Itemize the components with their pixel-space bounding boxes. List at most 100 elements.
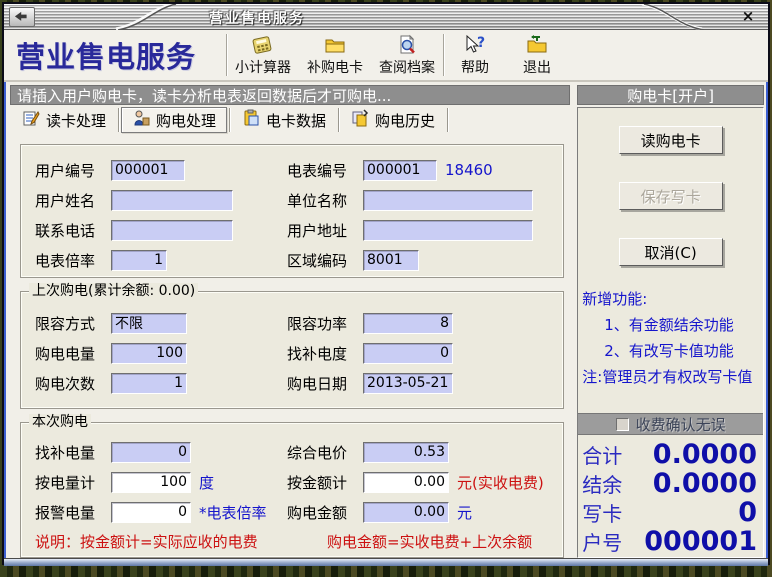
fee-confirm-checkbox[interactable]	[616, 418, 629, 431]
archive-search-icon	[395, 34, 419, 56]
org-name-field[interactable]	[363, 190, 533, 211]
tab-label: 购电历史	[375, 110, 435, 131]
total-label: 合计	[582, 440, 644, 469]
last-purchase-legend: 上次购电(累计余额: 0.00)	[29, 283, 198, 299]
main-area: 请插入用户购电卡，读卡分析电表返回数据后才可购电... 读卡处理	[4, 82, 768, 558]
cards-icon	[351, 109, 369, 131]
feature-title: 新增功能:	[582, 286, 759, 312]
meter-ratio-field[interactable]	[111, 250, 167, 271]
side-panel-title: 购电卡[开户]	[577, 85, 764, 105]
org-name-label: 单位名称	[287, 190, 363, 211]
account-group: 用户编号 电表编号 18460 用户姓名 单位名称	[20, 144, 564, 278]
tab-separator	[118, 108, 119, 132]
limit-power-label: 限容功率	[287, 313, 363, 334]
svg-text:?: ?	[477, 35, 485, 51]
titlebar-curve-left	[112, 4, 182, 30]
buy-card-button-label: 补购电卡	[307, 57, 363, 77]
feature-notes: 新增功能: 1、有金额结余功能 2、有改写卡值功能 注:管理员才有权改写卡值	[578, 286, 763, 390]
close-button[interactable]: ×	[738, 7, 758, 25]
window-bottom-frame	[4, 558, 768, 566]
read-card-button[interactable]: 读购电卡	[619, 126, 723, 154]
last-purchase-group: 上次购电(累计余额: 0.00) 限容方式 限容功率 购电电量	[20, 291, 564, 409]
feature-note: 注:管理员才有权改写卡值	[582, 364, 759, 390]
title-bar: 营业售电服务 ×	[4, 4, 768, 30]
note-by-amount: 说明：按金额计=实际应收的电费	[35, 531, 327, 552]
summary-panel: 合计 0.0000 结余 0.0000 写卡 0 户号 000001	[578, 435, 763, 557]
by-amount-field[interactable]	[363, 472, 449, 493]
address-label: 用户地址	[287, 220, 363, 241]
adjust-degree-label: 找补电度	[287, 343, 363, 364]
fee-confirm-bar: 收费确认无误	[578, 413, 763, 435]
user-name-field[interactable]	[111, 190, 233, 211]
view-archive-button[interactable]: 查阅档案	[371, 30, 443, 80]
exit-button[interactable]: 退出	[506, 30, 568, 80]
phone-field[interactable]	[111, 220, 233, 241]
help-icon: ?	[463, 34, 487, 56]
feature-item: 1、有金额结余功能	[582, 312, 759, 338]
write-card-value: 0	[644, 497, 757, 528]
by-energy-field[interactable]	[111, 472, 191, 493]
meter-id-field[interactable]	[363, 160, 437, 181]
account-no-value: 000001	[644, 526, 757, 557]
by-amount-unit: 元(实收电费)	[457, 472, 544, 493]
calculator-button-label: 小计算器	[235, 57, 291, 77]
purchase-date-field[interactable]	[363, 373, 453, 394]
address-field[interactable]	[363, 220, 533, 241]
purchase-date-label: 购电日期	[287, 373, 363, 394]
clipboard-icon	[242, 109, 260, 131]
user-name-label: 用户姓名	[35, 190, 111, 211]
amount-label: 购电金额	[287, 502, 363, 523]
tab-label: 电卡数据	[266, 110, 326, 131]
user-id-field[interactable]	[111, 160, 185, 181]
phone-label: 联系电话	[35, 220, 111, 241]
alarm-energy-label: 报警电量	[35, 502, 111, 523]
user-id-label: 用户编号	[35, 160, 111, 181]
summary-row-write-card: 写卡 0	[582, 497, 757, 526]
summary-row-account-no: 户号 000001	[582, 526, 757, 555]
meter-id-label: 电表编号	[287, 160, 363, 181]
help-button[interactable]: ? 帮助	[444, 30, 506, 80]
save-write-card-button[interactable]: 保存写卡	[619, 182, 723, 210]
window-title: 营业售电服务	[209, 8, 305, 28]
adjust-energy-label: 找补电量	[35, 442, 111, 463]
limit-power-field[interactable]	[363, 313, 453, 334]
cancel-button[interactable]: 取消(C)	[619, 238, 723, 266]
tab-separator	[229, 108, 230, 132]
amount-field[interactable]	[363, 502, 449, 523]
tab-read-card[interactable]: 读卡处理	[12, 107, 116, 133]
exit-button-label: 退出	[523, 57, 551, 77]
buy-card-button[interactable]: 补购电卡	[299, 30, 371, 80]
side-panel-box: 读购电卡 保存写卡 取消(C) 新增功能: 1、有金额结余功能 2、有改写卡值功…	[577, 107, 764, 558]
area-code-field[interactable]	[363, 250, 419, 271]
purchase-times-field[interactable]	[111, 373, 187, 394]
total-value: 0.0000	[644, 439, 757, 470]
tab-label: 购电处理	[156, 110, 216, 131]
limit-mode-field[interactable]	[111, 313, 187, 334]
note-amount: 购电金额=实收电费+上次余额	[327, 531, 532, 552]
tab-bar: 读卡处理 购电处理	[10, 105, 570, 135]
account-no-label: 户号	[582, 527, 644, 556]
tab-purchase-history[interactable]: 购电历史	[341, 107, 445, 133]
summary-row-balance: 结余 0.0000	[582, 468, 757, 497]
person-icon	[132, 109, 150, 131]
app-window: 营业售电服务 × 营业售电服务 小计算器	[2, 2, 770, 565]
price-field[interactable]	[363, 442, 449, 463]
app-logo-icon[interactable]	[9, 7, 35, 27]
page-title: 营业售电服务	[4, 30, 226, 80]
adjust-degree-field[interactable]	[363, 343, 453, 364]
tab-card-data[interactable]: 电卡数据	[232, 107, 336, 133]
feature-item: 2、有改写卡值功能	[582, 338, 759, 364]
by-amount-label: 按金额计	[287, 472, 363, 493]
meter-ratio-label: 电表倍率	[35, 250, 111, 271]
energy-field[interactable]	[111, 343, 187, 364]
by-energy-unit: 度	[199, 472, 214, 493]
calculator-button[interactable]: 小计算器	[227, 30, 299, 80]
meter-serial-text: 18460	[445, 161, 493, 179]
tab-purchase-processing[interactable]: 购电处理	[121, 107, 227, 133]
folder-icon	[323, 34, 347, 56]
tab-separator	[338, 108, 339, 132]
amount-unit: 元	[457, 502, 472, 523]
adjust-energy-field[interactable]	[111, 442, 191, 463]
calculator-icon	[251, 34, 275, 56]
alarm-energy-field[interactable]	[111, 502, 191, 523]
